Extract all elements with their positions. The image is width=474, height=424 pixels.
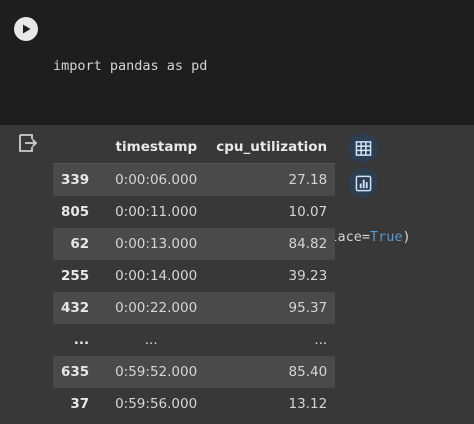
cpu-cell: 39.23 [288,268,328,284]
code-cell[interactable]: import pandas as pd df = pd.read_csv("MO… [0,0,474,302]
row-index: 255 [61,268,90,284]
timestamp-cell: 0:00:22.000 [115,300,198,316]
timestamp-cell: ... [144,332,158,348]
table-row-ellipsis: ... ... ... [53,324,336,356]
table-row: 37 0:59:56.000 13.12 [53,388,336,420]
suggest-charts-button[interactable] [348,168,378,198]
column-header-timestamp: timestamp [97,131,206,164]
timestamp-cell: 0:00:14.000 [115,268,198,284]
timestamp-cell: 0:59:52.000 [115,364,198,380]
column-header-cpu-utilization: cpu_utilization [205,131,336,164]
table-row: 635 0:59:52.000 85.40 [53,356,336,388]
timestamp-cell: 0:00:06.000 [115,172,198,188]
row-index: 62 [70,236,90,252]
timestamp-cell: 0:59:56.000 [115,396,198,412]
cpu-cell: 95.37 [288,300,328,316]
row-index: 635 [61,364,90,380]
convert-to-interactive-table-button[interactable] [348,133,378,163]
table-row: 805 0:00:11.000 10.07 [53,196,336,228]
row-index: 339 [61,172,90,188]
row-index: 432 [61,300,90,316]
table-row: 255 0:00:14.000 39.23 [53,260,336,292]
cpu-cell: 27.18 [288,172,328,188]
timestamp-cell: 0:00:11.000 [115,204,198,220]
dataframe-table: timestamp cpu_utilization 339 0:00:06.00… [53,131,336,420]
row-index: 805 [61,204,90,220]
cpu-cell: 84.82 [288,236,328,252]
output-redirect-icon[interactable] [17,133,38,153]
table-header-row: timestamp cpu_utilization [53,131,336,164]
cpu-cell: ... [314,332,328,348]
run-cell-button[interactable] [14,17,38,41]
code-line: import pandas as pd [53,58,208,74]
table-row: 432 0:00:22.000 95.37 [53,292,336,324]
timestamp-cell: 0:00:13.000 [115,236,198,252]
play-icon [23,24,31,34]
cpu-cell: 10.07 [288,204,328,220]
table-icon [355,140,371,156]
row-index: 37 [70,396,90,412]
bar-chart-icon [355,175,371,191]
table-row: 339 0:00:06.000 27.18 [53,163,336,196]
cpu-cell: 13.12 [288,396,328,412]
index-header [53,131,98,164]
cpu-cell: 85.40 [288,364,328,380]
table-row: 62 0:00:13.000 84.82 [53,228,336,260]
row-index: ... [73,332,90,348]
